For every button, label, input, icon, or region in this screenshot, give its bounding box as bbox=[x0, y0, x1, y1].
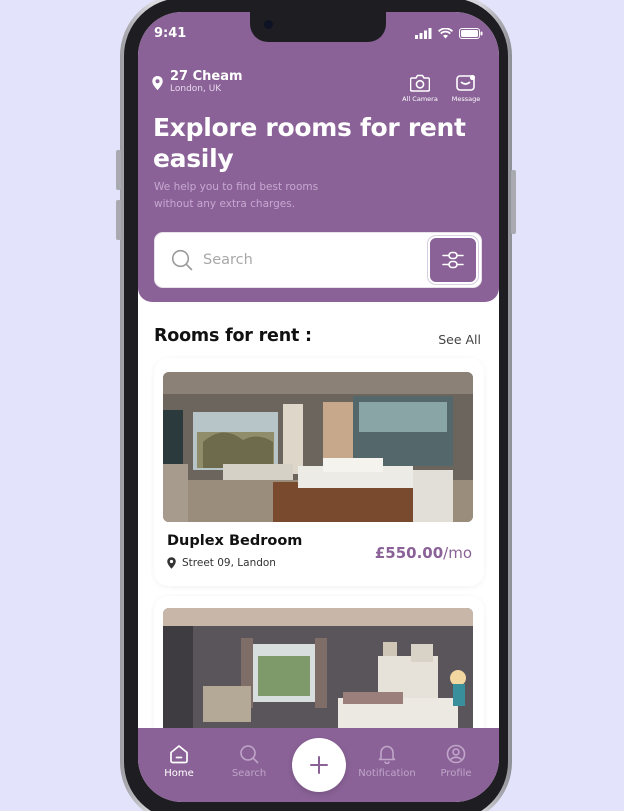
room-price: £550.00/mo bbox=[375, 544, 472, 562]
section-title: Rooms for rent : bbox=[154, 326, 312, 346]
filter-button[interactable] bbox=[428, 236, 478, 284]
room-card[interactable]: Duplex Bedroom Street 09, Landon £550.00… bbox=[154, 358, 484, 586]
search-input[interactable] bbox=[203, 247, 423, 273]
nav-notification[interactable]: Notification bbox=[357, 744, 417, 779]
room-address-text: Street 09, Landon bbox=[182, 557, 276, 569]
volume-down-button bbox=[116, 200, 121, 240]
add-button[interactable] bbox=[292, 738, 346, 792]
room-price-amount: £550.00 bbox=[374, 544, 444, 562]
app-screen: 9:41 27 Cheam London, UK All Camera Mess… bbox=[138, 12, 499, 802]
status-bar: 9:41 bbox=[154, 26, 483, 42]
battery-icon bbox=[459, 28, 483, 39]
nav-profile[interactable]: Profile bbox=[426, 744, 486, 779]
search-bar bbox=[154, 232, 482, 288]
location-title: 27 Cheam bbox=[170, 69, 243, 84]
search-icon bbox=[240, 745, 259, 764]
search-icon bbox=[171, 249, 193, 271]
status-time: 9:41 bbox=[154, 26, 187, 41]
volume-up-button bbox=[116, 150, 121, 190]
nav-search-label: Search bbox=[231, 768, 267, 779]
message-icon bbox=[456, 74, 476, 91]
camera-icon bbox=[410, 74, 430, 92]
location-pin-icon bbox=[167, 557, 176, 569]
message-button[interactable]: Message bbox=[444, 74, 488, 103]
profile-icon bbox=[446, 744, 466, 764]
header: 9:41 27 Cheam London, UK All Camera Mess… bbox=[138, 12, 499, 302]
see-all-link[interactable]: See All bbox=[438, 332, 481, 347]
home-icon bbox=[170, 745, 188, 764]
plus-icon bbox=[310, 756, 328, 774]
all-camera-button[interactable]: All Camera bbox=[398, 74, 442, 103]
room-photo bbox=[163, 372, 473, 522]
nav-home[interactable]: Home bbox=[149, 744, 209, 779]
all-camera-label: All Camera bbox=[402, 95, 438, 103]
nav-profile-label: Profile bbox=[440, 768, 472, 779]
signal-icon bbox=[415, 28, 432, 39]
nav-search[interactable]: Search bbox=[219, 744, 279, 779]
room-address: Street 09, Landon bbox=[167, 557, 276, 569]
page-subtitle: We help you to find best rooms without a… bbox=[154, 181, 319, 210]
message-label: Message bbox=[451, 95, 481, 103]
location-subtitle: London, UK bbox=[170, 84, 222, 94]
room-name: Duplex Bedroom bbox=[167, 533, 303, 549]
filter-sliders-icon bbox=[442, 251, 464, 269]
page-title: Explore rooms for rent easily bbox=[153, 113, 466, 173]
location-selector[interactable]: 27 Cheam London, UK bbox=[152, 70, 243, 95]
nav-notification-label: Notification bbox=[358, 768, 416, 779]
nav-home-label: Home bbox=[164, 768, 194, 779]
power-button bbox=[511, 170, 516, 234]
wifi-icon bbox=[438, 28, 453, 39]
bell-icon bbox=[378, 745, 396, 764]
location-pin-icon bbox=[152, 76, 163, 90]
room-price-period: /mo bbox=[443, 544, 472, 562]
bottom-nav: Home Search Notification Profile bbox=[138, 728, 499, 802]
